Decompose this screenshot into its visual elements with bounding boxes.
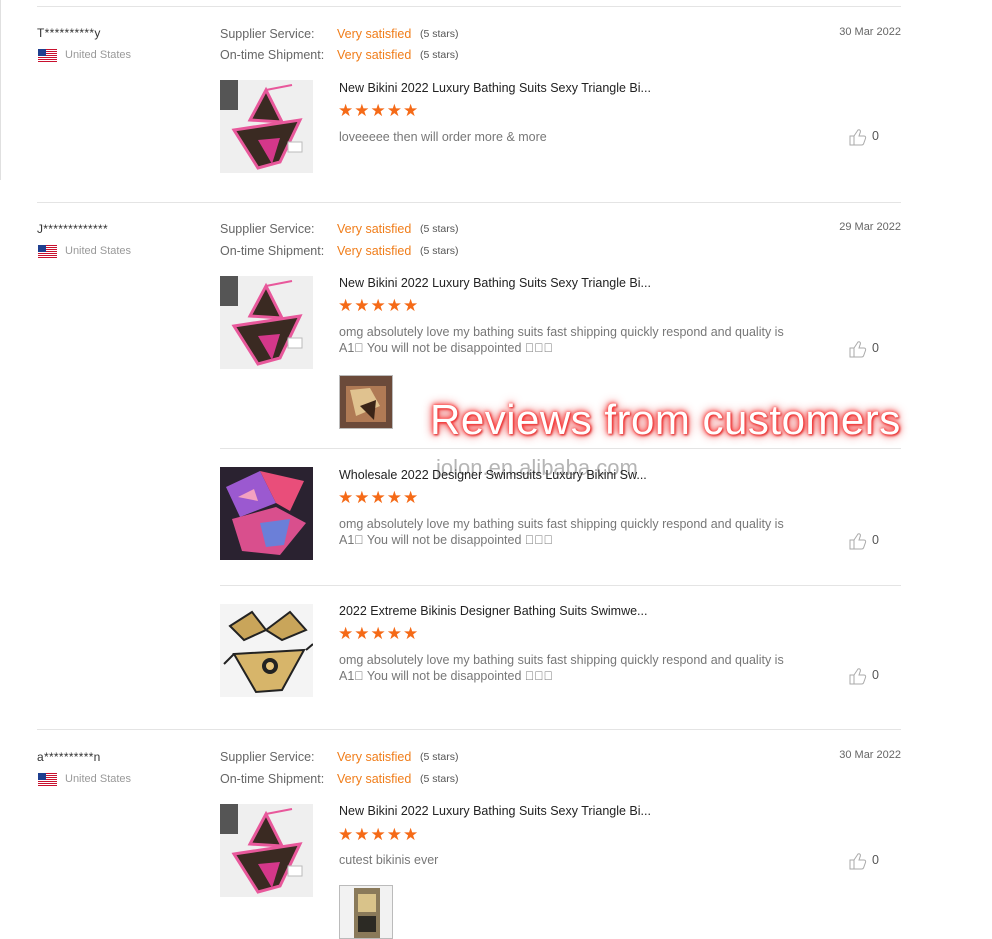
like-button[interactable]: 0 [848, 128, 888, 146]
review-comment: omg absolutely love my bathing suits fas… [339, 324, 809, 356]
supplier-service-rating: Very satisfied [337, 222, 412, 236]
reviewer-country: United States [65, 49, 132, 61]
like-count: 0 [872, 129, 879, 143]
review-comment-line: omg absolutely love my bathing suits fas… [339, 325, 784, 339]
divider [37, 202, 901, 203]
us-flag-icon [38, 245, 57, 258]
supplier-service-stars: (5 stars) [420, 223, 459, 235]
product-thumbnail[interactable] [220, 467, 313, 560]
product-thumbnail[interactable] [220, 276, 313, 369]
watermark-text: jolon.en.alibaba.com [436, 455, 638, 480]
thumbs-up-icon [849, 533, 867, 550]
thumbs-up-icon [849, 129, 867, 146]
product-title-link[interactable]: New Bikini 2022 Luxury Bathing Suits Sex… [339, 81, 651, 95]
review-photo[interactable] [339, 375, 393, 429]
like-button[interactable]: 0 [848, 667, 888, 685]
review-comment-line: A1  You will not be disappointed     [339, 341, 554, 355]
shipment-rating: Very satisfied [337, 244, 412, 258]
reviewer-country: United States [65, 245, 132, 257]
supplier-service-label: Supplier Service: [220, 750, 315, 764]
supplier-service-label: Supplier Service: [220, 222, 315, 236]
us-flag-icon [38, 49, 57, 62]
supplier-service-label: Supplier Service: [220, 27, 315, 41]
like-count: 0 [872, 341, 879, 355]
product-title-link[interactable]: New Bikini 2022 Luxury Bathing Suits Sex… [339, 804, 651, 818]
thumbs-up-icon [849, 341, 867, 358]
product-title-link[interactable]: New Bikini 2022 Luxury Bathing Suits Sex… [339, 276, 651, 290]
review-date: 29 Mar 2022 [839, 221, 901, 233]
rating-stars: ★★★★★ [338, 825, 420, 844]
left-border [0, 0, 1, 180]
like-count: 0 [872, 853, 879, 867]
review-comment: omg absolutely love my bathing suits fas… [339, 516, 809, 548]
shipment-rating: Very satisfied [337, 48, 412, 62]
shipment-stars: (5 stars) [420, 245, 459, 257]
review-comment-line: A1  You will not be disappointed     [339, 669, 554, 683]
rating-stars: ★★★★★ [338, 296, 420, 315]
shipment-stars: (5 stars) [420, 49, 459, 61]
reviewer-name: T**********y [37, 26, 101, 40]
thumbs-up-icon [849, 853, 867, 870]
shipment-label: On-time Shipment: [220, 772, 325, 786]
divider [37, 729, 901, 730]
shipment-label: On-time Shipment: [220, 48, 325, 62]
divider [37, 6, 901, 7]
review-date: 30 Mar 2022 [839, 26, 901, 38]
like-count: 0 [872, 668, 879, 682]
product-thumbnail[interactable] [220, 804, 313, 897]
review-comment-line: omg absolutely love my bathing suits fas… [339, 517, 784, 531]
product-thumbnail[interactable] [220, 80, 313, 173]
reviewer-name: a**********n [37, 750, 101, 764]
review-comment: cutest bikinis ever [339, 853, 439, 867]
review-comment: loveeeee then will order more & more [339, 130, 547, 144]
supplier-service-stars: (5 stars) [420, 28, 459, 40]
like-button[interactable]: 0 [848, 340, 888, 358]
reviewer-country: United States [65, 773, 132, 785]
review-comment-line: A1  You will not be disappointed     [339, 533, 554, 547]
thumbs-up-icon [849, 668, 867, 685]
shipment-stars: (5 stars) [420, 773, 459, 785]
like-button[interactable]: 0 [848, 532, 888, 550]
review-photo[interactable] [339, 885, 393, 939]
review-comment: omg absolutely love my bathing suits fas… [339, 652, 809, 684]
supplier-service-rating: Very satisfied [337, 750, 412, 764]
promo-overlay-text: Reviews from customers [430, 396, 901, 443]
supplier-service-stars: (5 stars) [420, 751, 459, 763]
divider [220, 448, 901, 449]
product-title-link[interactable]: 2022 Extreme Bikinis Designer Bathing Su… [339, 604, 647, 618]
shipment-rating: Very satisfied [337, 772, 412, 786]
product-thumbnail[interactable] [220, 604, 313, 697]
rating-stars: ★★★★★ [338, 101, 420, 120]
like-count: 0 [872, 533, 879, 547]
divider [220, 585, 901, 586]
reviewer-name: J************* [37, 222, 108, 236]
supplier-service-rating: Very satisfied [337, 27, 412, 41]
like-button[interactable]: 0 [848, 852, 888, 870]
review-comment-line: omg absolutely love my bathing suits fas… [339, 653, 784, 667]
rating-stars: ★★★★★ [338, 624, 420, 643]
rating-stars: ★★★★★ [338, 488, 420, 507]
us-flag-icon [38, 773, 57, 786]
shipment-label: On-time Shipment: [220, 244, 325, 258]
review-date: 30 Mar 2022 [839, 749, 901, 761]
